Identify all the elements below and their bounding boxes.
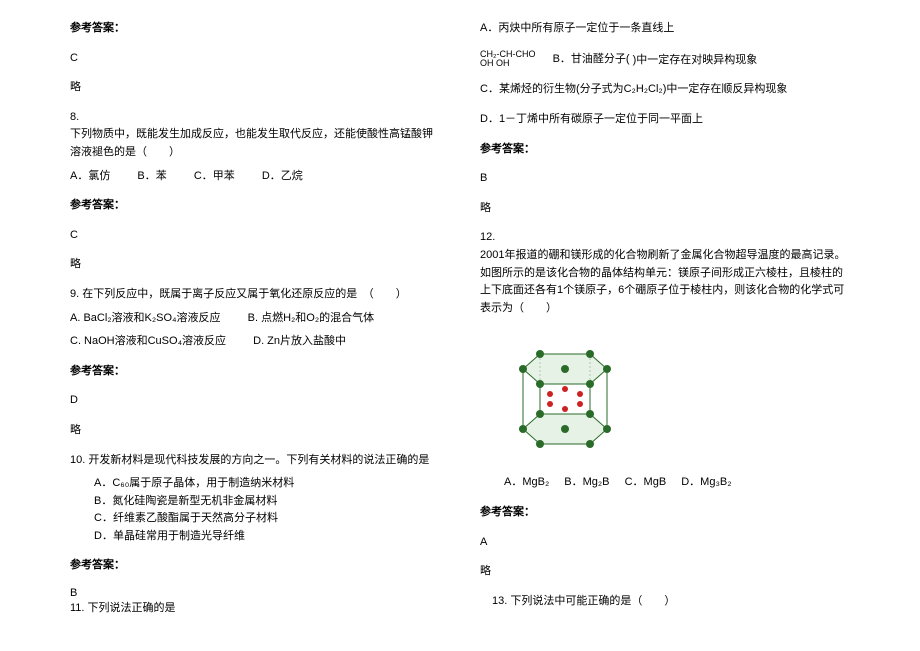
q10-c: C．纤维素乙酸酯属于天然高分子材料 [70,510,440,528]
lue-text: 略 [70,256,440,274]
answer-7: C [70,50,440,68]
q11-formula-line1: CH₂-CH-CHO [480,49,536,59]
q11-a: A．丙炔中所有原子一定位于一条直线上 [480,20,850,38]
crystal-diagram [480,339,850,459]
q11-formula-line2: OH OH [480,58,510,68]
answer-heading: 参考答案： [480,504,850,522]
q9-stem: 9. 在下列反应中，既属于离子反应又属于氧化还原反应的是 （ ） [70,286,440,304]
question-12: 12. 2001年报道的硼和镁形成的化合物刷新了金属化合物超导温度的最高记录。如… [480,229,850,317]
lue-text: 略 [480,563,850,581]
answer-heading: 参考答案： [70,557,440,575]
lue-text: 略 [70,422,440,440]
q11-formula: CH₂-CH-CHO OH OH [480,50,536,70]
answer-heading: 参考答案： [70,20,440,38]
q8-stem: 下列物质中，既能发生加成反应，也能发生取代反应，还能使酸性高锰酸钾溶液褪色的是（… [70,126,440,161]
answer-10: B [70,587,440,599]
q12-a: A．MgB₂ [504,476,549,488]
answer-heading: 参考答案： [70,197,440,215]
q8-d: D．乙烷 [262,170,303,182]
q8-c: C．甲苯 [194,170,235,182]
q9-c: C. NaOH溶液和CuSO₄溶液反应 [70,335,226,347]
q11-c: C．某烯烃的衍生物(分子式为C₂H₂Cl₂)中一定存在顺反异构现象 [480,81,850,99]
q11-b-row: CH₂-CH-CHO OH OH B．甘油醛分子( )中一定存在对映异构现象 [480,50,850,70]
q9-options-row2: C. NaOH溶液和CuSO₄溶液反应 D. Zn片放入盐酸中 [70,333,440,351]
q12-c: C．MgB [625,476,667,488]
q12-options: A．MgB₂ B．Mg₂B C．MgB D．Mg₃B₂ [480,474,850,492]
q8-number: 8. [70,109,440,127]
q9-b: B. 点燃H₂和O₂的混合气体 [248,312,375,324]
q11-stem: 11. 下列说法正确的是 [70,599,440,615]
question-8: 8. 下列物质中，既能发生加成反应，也能发生取代反应，还能使酸性高锰酸钾溶液褪色… [70,109,440,185]
q8-b: B．苯 [137,170,166,182]
right-column: A．丙炔中所有原子一定位于一条直线上 CH₂-CH-CHO OH OH B．甘油… [480,20,850,631]
lue-text: 略 [480,200,850,218]
answer-9: D [70,392,440,410]
question-9: 9. 在下列反应中，既属于离子反应又属于氧化还原反应的是 （ ） A. BaCl… [70,286,440,351]
q8-a: A．氯仿 [70,170,110,182]
q11-b-tail: )中一定存在对映异构现象 [633,53,758,65]
q10-stem: 10. 开发新材料是现代科技发展的方向之一。下列有关材料的说法正确的是 [70,452,440,470]
q12-number: 12. [480,229,850,247]
q11-d: D．1－丁烯中所有碳原子一定位于同一平面上 [480,111,850,129]
q12-d: D．Mg₃B₂ [681,476,731,488]
lue-text: 略 [70,79,440,97]
answer-11: B [480,170,850,188]
q9-a: A. BaCl₂溶液和K₂SO₄溶液反应 [70,312,221,324]
q9-options-row1: A. BaCl₂溶液和K₂SO₄溶液反应 B. 点燃H₂和O₂的混合气体 [70,310,440,328]
q12-stem: 2001年报道的硼和镁形成的化合物刷新了金属化合物超导温度的最高记录。如图所示的… [480,247,850,317]
q9-d: D. Zn片放入盐酸中 [253,335,346,347]
answer-heading: 参考答案： [70,363,440,381]
q10-d: D．单晶硅常用于制造光导纤维 [70,528,440,546]
hexagonal-prism-icon [510,339,620,459]
q13-stem: 13. 下列说法中可能正确的是（ ） [480,593,850,611]
q12-b: B．Mg₂B [564,476,609,488]
left-column: 参考答案： C 略 8. 下列物质中，既能发生加成反应，也能发生取代反应，还能使… [70,20,440,631]
q10-b: B．氮化硅陶瓷是新型无机非金属材料 [70,493,440,511]
question-10: 10. 开发新材料是现代科技发展的方向之一。下列有关材料的说法正确的是 A．C₆… [70,452,440,546]
q8-options: A．氯仿 B．苯 C．甲苯 D．乙烷 [70,168,440,186]
answer-heading: 参考答案： [480,141,850,159]
answer-12: A [480,534,850,552]
q11-b-label: B．甘油醛分子( [553,51,630,69]
q10-a: A．C₆₀属于原子晶体，用于制造纳米材料 [70,475,440,493]
answer-8: C [70,227,440,245]
